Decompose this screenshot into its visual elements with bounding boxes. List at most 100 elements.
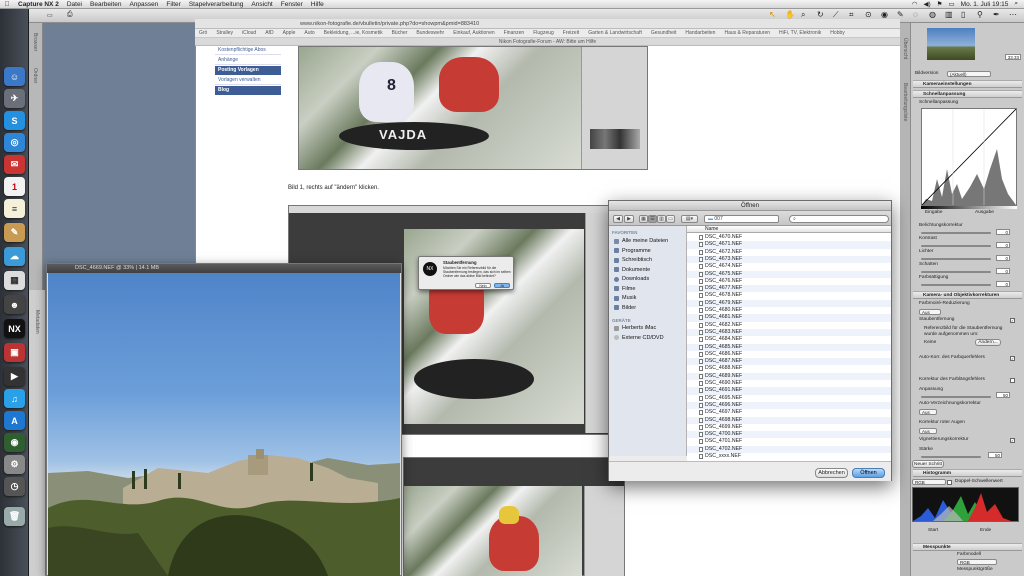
- calendar-icon[interactable]: 1: [4, 177, 25, 196]
- search-field[interactable]: ⌕: [789, 215, 889, 223]
- forum-nav-item[interactable]: Blog: [215, 86, 281, 95]
- mini-dialog-ja-button[interactable]: Ja: [494, 283, 510, 288]
- capture-nx2-icon[interactable]: NX: [4, 319, 25, 338]
- menu-anpassen[interactable]: Anpassen: [125, 1, 162, 8]
- wifi-icon[interactable]: ◠: [912, 0, 918, 8]
- finder-icon[interactable]: ☺: [4, 67, 25, 86]
- farbmoire-select[interactable]: Aus: [919, 309, 941, 315]
- section-messpunkte[interactable]: Messpunkte: [913, 543, 1022, 551]
- staerke-slider[interactable]: [921, 456, 981, 458]
- menubar-clock[interactable]: Mo. 1. Juli 19:15: [961, 1, 1009, 8]
- doppel-checkbox[interactable]: [947, 480, 952, 485]
- auto-verzeichnung-select[interactable]: Aus: [919, 409, 937, 415]
- forum-nav-item[interactable]: Kostenpflichtige Abos: [215, 46, 281, 55]
- safari-icon[interactable]: ◎: [4, 133, 25, 152]
- file-row[interactable]: DSC_4672.NEF: [687, 249, 891, 256]
- edit-list-strip[interactable]: Übersicht Bearbeitungsliste: [900, 23, 911, 576]
- browser-tab-title[interactable]: Nikon Fotografie-Forum - AW: Bitte um Hi…: [195, 38, 900, 46]
- section-kamera-objektiv[interactable]: Kamera- und Objektivkorrekturen: [913, 291, 1022, 299]
- forum-nav-item[interactable]: Posting Vorlagen: [215, 66, 281, 75]
- sidebar-item-schreibtisch[interactable]: Schreibtisch: [614, 257, 652, 263]
- file-row[interactable]: DSC_4702.NEF: [687, 445, 891, 453]
- file-row[interactable]: DSC_4671.NEF: [687, 241, 891, 249]
- menu-filter[interactable]: Filter: [162, 1, 184, 8]
- farbsaettigung-value[interactable]: 0: [996, 281, 1010, 287]
- zoom-field[interactable]: 33.33: [1005, 54, 1021, 60]
- itunes-icon[interactable]: ♫: [4, 389, 25, 408]
- preview-icon[interactable]: ▦: [4, 271, 25, 290]
- rote-augen-select[interactable]: Aus: [919, 428, 937, 434]
- menu-fenster[interactable]: Fenster: [277, 1, 307, 8]
- file-row[interactable]: DSC_4677.NEF: [687, 285, 891, 293]
- file-row[interactable]: DSC_4684.NEF: [687, 336, 891, 343]
- menu-hilfe[interactable]: Hilfe: [307, 1, 328, 8]
- file-row[interactable]: DSC_4673.NEF: [687, 255, 891, 264]
- notes-icon[interactable]: ✎: [4, 223, 25, 242]
- column-view-button[interactable]: ▥: [657, 215, 666, 223]
- bookmark-item[interactable]: Einkauf, Auktionen: [453, 29, 494, 37]
- sidebar-item-programme[interactable]: Programme: [614, 248, 651, 254]
- kontrast-slider[interactable]: [921, 245, 991, 247]
- file-row[interactable]: DSC_4701.NEF: [687, 438, 891, 445]
- spotlight-icon[interactable]: ⌕: [1014, 0, 1018, 8]
- toolbar-color-picker-icon[interactable]: ⚲: [977, 10, 983, 19]
- bookmark-item[interactable]: Apple: [283, 29, 296, 37]
- file-row[interactable]: DSC_4687.NEF: [687, 358, 891, 366]
- bookmark-grid-icon[interactable]: Grö: [199, 29, 207, 37]
- bookmark-item[interactable]: Auto: [304, 29, 314, 37]
- file-row[interactable]: DSC_4674.NEF: [687, 263, 891, 270]
- navigator-thumbnail[interactable]: [927, 28, 975, 60]
- sidebar-item-bilder[interactable]: Bilder: [614, 305, 636, 311]
- sidebar-item-cd-dvd[interactable]: Externe CD/DVD: [614, 335, 664, 341]
- skype-icon[interactable]: S: [4, 111, 25, 130]
- histogram-graph[interactable]: [912, 487, 1019, 522]
- sidebar-item-alle-dateien[interactable]: Alle meine Dateien: [614, 238, 668, 244]
- open-button[interactable]: Öffnen: [852, 468, 885, 478]
- bookmark-item[interactable]: AfD: [265, 29, 273, 37]
- forward-button[interactable]: ▶: [624, 215, 634, 223]
- arrange-button[interactable]: ▤▾: [681, 215, 698, 223]
- sidebar-item-musik[interactable]: Musik: [614, 295, 636, 301]
- sidebar-item-dokumente[interactable]: Dokumente: [614, 267, 650, 273]
- toolbar-control-point-icon[interactable]: ⊙: [865, 10, 872, 19]
- file-row[interactable]: DSC_4690.NEF: [687, 380, 891, 387]
- bookmark-item[interactable]: Hobby: [830, 29, 844, 37]
- flag-icon[interactable]: ⚑: [937, 0, 943, 8]
- toolbar-direct-select-icon[interactable]: ↖: [769, 10, 776, 19]
- toolbar-gradient-icon[interactable]: ▥: [945, 10, 953, 19]
- toolbar-fill-icon[interactable]: ◍: [929, 10, 936, 19]
- app-store-icon[interactable]: A: [4, 411, 25, 430]
- toolbar-rotate-icon[interactable]: ↻: [817, 10, 824, 19]
- coverflow-view-button[interactable]: ▭: [666, 215, 675, 223]
- folder-popup[interactable]: ▬ 007: [704, 215, 779, 223]
- histogram-channel-select[interactable]: RGB: [912, 479, 946, 485]
- facetime-icon[interactable]: ▶: [4, 367, 25, 386]
- menu-bearbeiten[interactable]: Bearbeiten: [86, 1, 125, 8]
- toolbar-eraser-icon[interactable]: ▯: [961, 10, 965, 19]
- volume-icon[interactable]: ◀): [924, 0, 931, 8]
- file-row[interactable]: DSC_4697.NEF: [687, 409, 891, 416]
- file-row[interactable]: DSC_4681.NEF: [687, 314, 891, 322]
- file-row[interactable]: DSC_4680.NEF: [687, 307, 891, 314]
- sidebar-item-filme[interactable]: Filme: [614, 286, 635, 292]
- section-kameraeinstellungen[interactable]: Kameraeinstellungen: [913, 80, 1022, 88]
- icon-view-button[interactable]: ▦: [639, 215, 648, 223]
- url-bar[interactable]: www.nikon-fotografie.de/vbulletin/privat…: [195, 19, 900, 29]
- sidebar-item-imac[interactable]: Herberts iMac: [614, 325, 656, 331]
- file-row[interactable]: DSC_4670.NEF: [687, 234, 891, 241]
- forum-nav-item[interactable]: Anhänge: [215, 56, 281, 65]
- farbsaettigung-slider[interactable]: [921, 284, 991, 286]
- file-row[interactable]: DSC_4698.NEF: [687, 416, 891, 424]
- landscape-photo[interactable]: [48, 273, 400, 576]
- bookmark-item[interactable]: Gesundheit: [651, 29, 677, 37]
- bookmark-item[interactable]: Handarbeiten: [685, 29, 715, 37]
- name-column-header[interactable]: Name: [687, 226, 891, 233]
- bookmark-item[interactable]: Bücher: [392, 29, 408, 37]
- anpassung-value[interactable]: 50: [996, 392, 1010, 398]
- toolbar-lasso-icon[interactable]: ◌: [913, 10, 918, 19]
- file-row[interactable]: DSC_4688.NEF: [687, 365, 891, 372]
- file-row[interactable]: DSC_4685.NEF: [687, 343, 891, 351]
- staubentfernung-checkbox[interactable]: ✓: [1010, 318, 1015, 323]
- bookmark-item[interactable]: Bundeswehr: [416, 29, 444, 37]
- file-row[interactable]: DSC_4699.NEF: [687, 424, 891, 431]
